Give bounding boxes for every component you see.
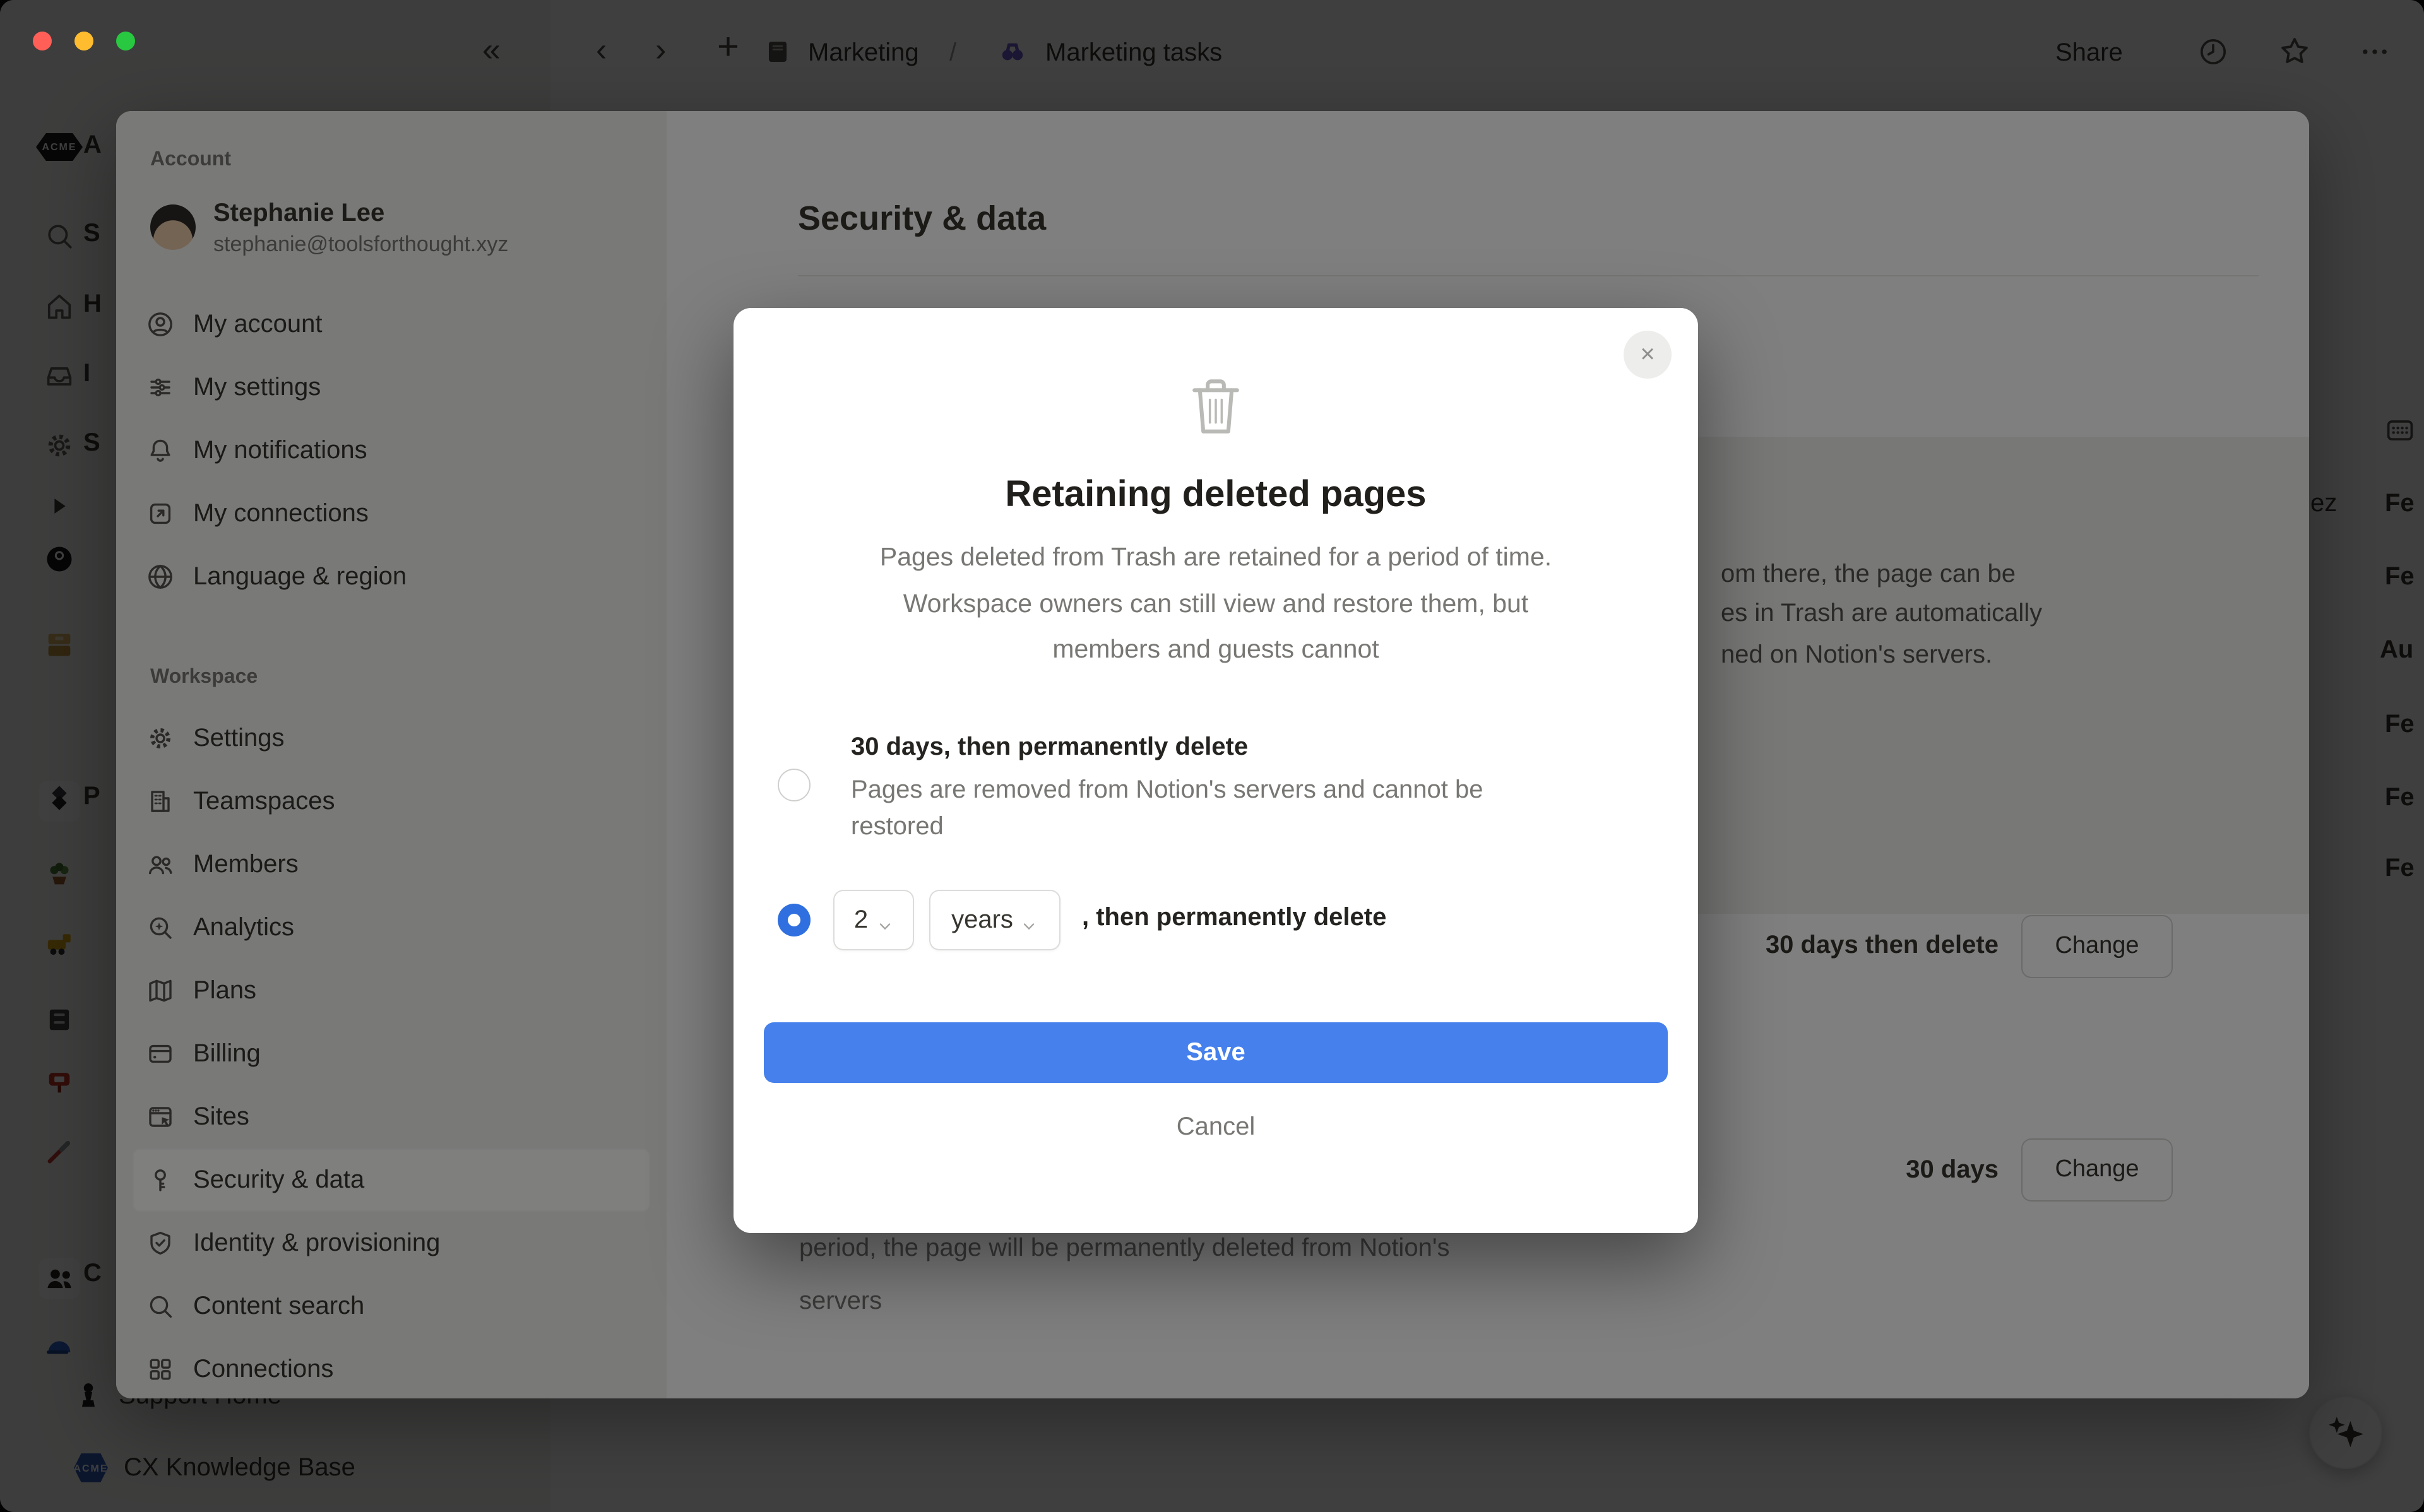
chevron-down-icon: [1021, 913, 1038, 931]
radio-30-days[interactable]: [778, 769, 811, 801]
radio-30-days-description-line: Pages are removed from Notion's servers …: [851, 772, 1483, 809]
radio-custom-period-label: , then permanently delete: [1082, 904, 1386, 933]
dialog-description-line: Pages deleted from Trash are retained fo…: [812, 535, 1620, 581]
radio-30-days-description-line: restored: [851, 809, 1483, 846]
period-unit-select[interactable]: years: [929, 890, 1060, 950]
period-unit-value: years: [951, 906, 1013, 935]
radio-30-days-description: Pages are removed from Notion's servers …: [851, 772, 1483, 846]
dialog-description-line: members and guests cannot: [812, 627, 1620, 673]
traffic-light-zoom[interactable]: [116, 32, 135, 50]
dialog-description-line: Workspace owners can still view and rest…: [812, 581, 1620, 627]
save-button[interactable]: Save: [764, 1022, 1668, 1083]
screen: « ‹ › + Marketing / Marketing tasks Shar…: [0, 0, 2424, 1512]
radio-custom-period[interactable]: [778, 904, 811, 936]
period-number-select[interactable]: 2: [833, 890, 914, 950]
traffic-light-minimize[interactable]: [74, 32, 93, 50]
dialog-title: Retaining deleted pages: [734, 475, 1698, 516]
chevron-down-icon: [876, 913, 893, 931]
close-icon[interactable]: ×: [1624, 331, 1672, 379]
radio-30-days-label: 30 days, then permanently delete: [851, 733, 1248, 762]
period-number-value: 2: [854, 906, 868, 935]
cancel-button[interactable]: Cancel: [734, 1113, 1698, 1142]
retaining-deleted-pages-dialog: × Retaining deleted pages Pages deleted …: [734, 308, 1698, 1233]
dialog-description: Pages deleted from Trash are retained fo…: [812, 535, 1620, 673]
trash-icon: [1180, 371, 1251, 442]
traffic-light-close[interactable]: [33, 32, 52, 50]
